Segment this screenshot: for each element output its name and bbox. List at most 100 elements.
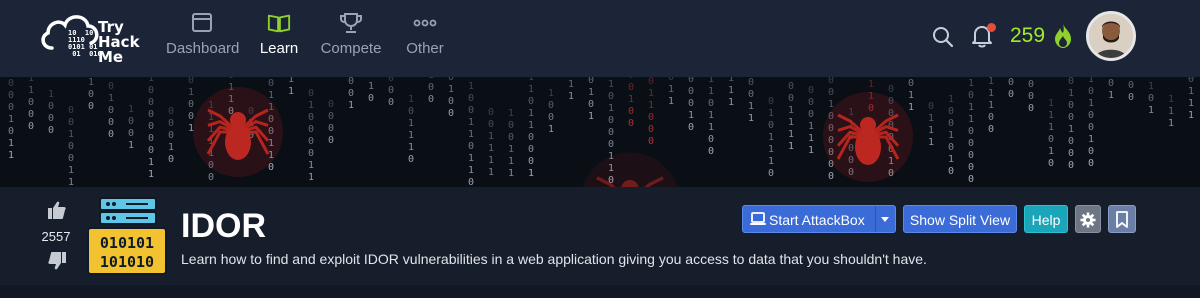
matrix-digit: 1 (668, 84, 674, 95)
matrix-digit: 1 (968, 78, 974, 89)
matrix-digit: 0 (388, 85, 394, 96)
matrix-digit: 0 (1008, 77, 1014, 88)
matrix-digit: 1 (1088, 98, 1094, 109)
room-settings-button[interactable] (1075, 205, 1101, 233)
start-attackbox-button[interactable]: Start AttackBox (742, 205, 896, 233)
matrix-digit: 1 (788, 105, 794, 116)
matrix-digit: 0 (188, 111, 194, 122)
matrix-digit: 0 (1128, 92, 1134, 103)
server-data-icon: 010101 101010 (87, 197, 167, 275)
matrix-digit: 0 (648, 77, 654, 87)
matrix-digit: 0 (108, 81, 114, 92)
matrix-digit: 0 (588, 77, 594, 86)
matrix-digit: 1 (1148, 81, 1154, 92)
matrix-digit: 0 (388, 77, 394, 84)
bookmark-button[interactable] (1108, 205, 1136, 233)
matrix-digit: 1 (288, 86, 294, 97)
thumbs-down-icon[interactable] (47, 251, 67, 271)
room-header-footer (0, 285, 1200, 298)
matrix-digit: 1 (608, 79, 614, 90)
matrix-digit: 1 (768, 156, 774, 167)
matrix-digit: 0 (1128, 80, 1134, 91)
matrix-digit: 0 (228, 77, 234, 81)
tryhackme-logo[interactable]: 10 10 1110 0101 01 01 010 Try Hack Me (38, 6, 158, 70)
matrix-digit: 0 (948, 166, 954, 177)
matrix-digit: 0 (168, 118, 174, 129)
matrix-digit: 1 (1088, 134, 1094, 145)
matrix-digit: 0 (28, 121, 34, 132)
matrix-digit: 0 (628, 106, 634, 117)
user-avatar[interactable] (1086, 11, 1136, 61)
matrix-digit: 1 (68, 177, 74, 187)
search-icon[interactable] (932, 26, 954, 48)
matrix-digit: 0 (628, 82, 634, 93)
matrix-digit: 0 (188, 77, 194, 86)
matrix-digit: 1 (48, 89, 54, 100)
matrix-digit: 0 (68, 105, 74, 116)
matrix-digit: 0 (468, 177, 474, 187)
trophy-icon (340, 13, 362, 33)
matrix-digit: 0 (208, 172, 214, 183)
matrix-digit: 0 (948, 118, 954, 129)
nav-other[interactable]: Other (403, 12, 447, 62)
matrix-digit: 1 (508, 144, 514, 155)
matrix-digit: 0 (268, 78, 274, 89)
matrix-digit: 0 (128, 116, 134, 127)
matrix-digit: 1 (568, 79, 574, 90)
matrix-digit: 0 (308, 124, 314, 135)
streak-count[interactable]: 259 (1010, 24, 1045, 48)
matrix-digit: 0 (468, 105, 474, 116)
matrix-digit: 0 (688, 86, 694, 97)
matrix-digit: 1 (788, 77, 794, 80)
nav-learn[interactable]: Learn (258, 12, 300, 62)
room-title: IDOR (181, 207, 266, 245)
matrix-digit: 0 (648, 124, 654, 135)
thumbs-up-icon[interactable] (47, 200, 67, 220)
matrix-digit: 1 (808, 121, 814, 132)
matrix-digit: 0 (1028, 103, 1034, 114)
nav-dashboard[interactable]: Dashboard (166, 12, 239, 62)
matrix-digit: 1 (728, 85, 734, 96)
matrix-digit: 0 (148, 121, 154, 132)
matrix-digit: 1 (348, 100, 354, 111)
matrix-digit: 0 (8, 102, 14, 113)
spider-icon (193, 87, 283, 177)
matrix-digit: 0 (628, 77, 634, 81)
help-button[interactable]: Help (1024, 205, 1068, 233)
matrix-digit: 0 (968, 150, 974, 161)
matrix-digit: 0 (1068, 136, 1074, 147)
matrix-digit: 1 (1068, 88, 1074, 99)
matrix-digit: 1 (708, 122, 714, 133)
top-navbar: 10 10 1110 0101 01 01 010 Try Hack Me Da… (0, 0, 1200, 77)
matrix-digit: 0 (708, 146, 714, 157)
spider-icon (582, 152, 678, 187)
matrix-digit: 0 (448, 77, 454, 83)
attackbox-dropdown-toggle[interactable] (875, 206, 895, 232)
matrix-digit: 1 (948, 154, 954, 165)
matrix-digit: 1 (1168, 106, 1174, 117)
matrix-digit: 0 (528, 144, 534, 155)
matrix-digit: 1 (1048, 110, 1054, 121)
show-split-view-button[interactable]: Show Split View (903, 205, 1017, 233)
matrix-digit: 0 (968, 138, 974, 149)
matrix-digit: 0 (428, 94, 434, 105)
gear-icon (1080, 212, 1096, 228)
matrix-digit: 0 (928, 101, 934, 112)
matrix-digit: 1 (368, 81, 374, 92)
matrix-digit: 0 (168, 154, 174, 165)
matrix-digit: 1 (988, 100, 994, 111)
matrix-digit: 0 (668, 77, 674, 83)
room-icon-bits-1: 010101 (100, 234, 154, 252)
matrix-digit: 0 (688, 77, 694, 85)
matrix-digit: 1 (128, 104, 134, 115)
matrix-digit: 0 (588, 99, 594, 110)
matrix-digit: 0 (808, 97, 814, 108)
matrix-digit: 1 (648, 100, 654, 111)
matrix-digit: 1 (768, 132, 774, 143)
matrix-digit: 1 (788, 141, 794, 152)
matrix-digit: 1 (488, 167, 494, 178)
matrix-digit: 1 (508, 108, 514, 119)
nav-learn-label: Learn (259, 40, 299, 57)
matrix-digit: 0 (328, 123, 334, 134)
nav-compete[interactable]: Compete (320, 12, 382, 62)
